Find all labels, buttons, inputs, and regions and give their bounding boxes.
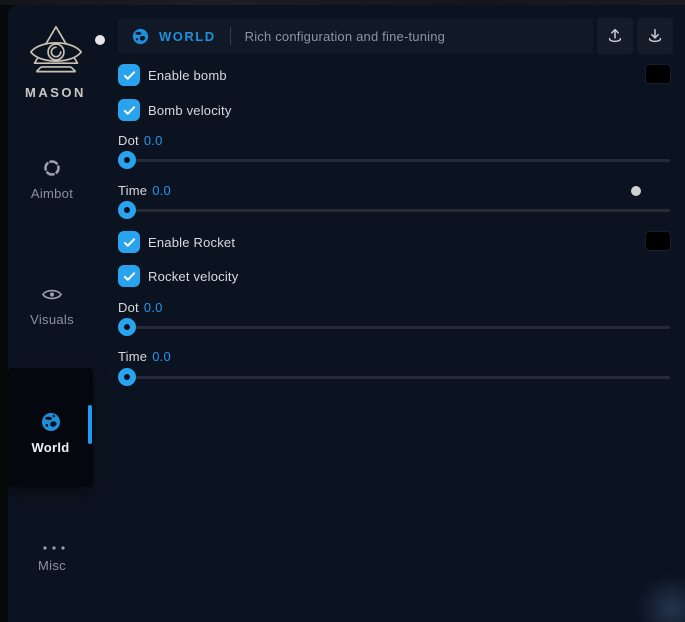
toggle-row-enable-bomb: Enable bomb <box>118 64 227 86</box>
toggle-label: Rocket velocity <box>148 269 238 284</box>
sidebar-item-visuals[interactable]: Visuals <box>8 284 96 327</box>
active-tab-indicator <box>88 405 92 444</box>
page-title: WORLD <box>159 29 216 44</box>
sidebar-item-label: Visuals <box>8 312 96 327</box>
slider-handle[interactable] <box>118 201 136 219</box>
ellipsis-icon <box>42 538 62 550</box>
slider-track[interactable] <box>118 159 670 162</box>
eye-icon <box>42 284 62 304</box>
toggle-label: Bomb velocity <box>148 103 232 118</box>
checkbox-enable-rocket[interactable] <box>118 231 140 253</box>
page-subtitle: Rich configuration and fine-tuning <box>245 29 445 44</box>
corner-glow <box>637 574 685 622</box>
slider-label-bomb-time: Time0.0 <box>118 183 171 198</box>
sidebar: MASON Aimbot Visuals <box>8 5 103 622</box>
toggle-row-bomb-velocity: Bomb velocity <box>118 99 232 121</box>
checkbox-rocket-velocity[interactable] <box>118 265 140 287</box>
sidebar-item-label: World <box>8 440 93 455</box>
check-icon <box>123 105 136 116</box>
sidebar-item-world[interactable]: World <box>8 368 93 487</box>
checkbox-enable-bomb[interactable] <box>118 64 140 86</box>
slider-track[interactable] <box>118 376 670 379</box>
slider-handle[interactable] <box>118 151 136 169</box>
check-icon <box>123 237 136 248</box>
toggle-row-rocket-velocity: Rocket velocity <box>118 265 238 287</box>
slider-value: 0.0 <box>152 349 171 364</box>
import-config-button[interactable] <box>637 18 673 54</box>
download-icon <box>646 27 664 45</box>
sidebar-item-label: Aimbot <box>8 186 96 201</box>
slider-label-bomb-dot: Dot0.0 <box>118 133 163 148</box>
globe-icon <box>132 28 149 45</box>
slider-rocket-dot[interactable] <box>118 318 670 336</box>
toggle-label: Enable bomb <box>148 68 227 83</box>
slider-bomb-time[interactable] <box>118 201 670 219</box>
slider-track[interactable] <box>118 209 670 212</box>
sidebar-item-misc[interactable]: Misc <box>8 538 96 573</box>
slider-handle[interactable] <box>118 368 136 386</box>
slider-label-rocket-dot: Dot0.0 <box>118 300 163 315</box>
slider-handle[interactable] <box>118 318 136 336</box>
cursor-dot <box>95 35 105 45</box>
color-swatch-rocket[interactable] <box>645 231 671 251</box>
slider-value: 0.0 <box>144 300 163 315</box>
export-config-button[interactable] <box>597 18 633 54</box>
toggle-label: Enable Rocket <box>148 235 235 250</box>
desktop: { "brand": { "name": "MASON" }, "sidebar… <box>0 0 685 622</box>
check-icon <box>123 271 136 282</box>
color-swatch-bomb[interactable] <box>645 64 671 84</box>
sidebar-item-aimbot[interactable]: Aimbot <box>8 158 96 201</box>
checkbox-bomb-velocity[interactable] <box>118 99 140 121</box>
mason-logo-icon <box>28 23 84 81</box>
slider-value: 0.0 <box>144 133 163 148</box>
slider-value: 0.0 <box>152 183 171 198</box>
brand-name: MASON <box>8 85 103 100</box>
slider-label-rocket-time: Time0.0 <box>118 349 171 364</box>
upload-icon <box>606 27 624 45</box>
slider-track[interactable] <box>118 326 670 329</box>
check-icon <box>123 70 136 81</box>
crosshair-icon <box>42 158 62 178</box>
toggle-row-enable-rocket: Enable Rocket <box>118 231 235 253</box>
slider-bomb-dot[interactable] <box>118 151 670 169</box>
globe-icon <box>41 412 61 432</box>
header-divider <box>230 27 231 45</box>
page-header: WORLD Rich configuration and fine-tuning <box>118 18 593 54</box>
sidebar-item-label: Misc <box>8 558 96 573</box>
app-window: MASON Aimbot Visuals <box>8 5 685 622</box>
slider-rocket-time[interactable] <box>118 368 670 386</box>
cursor-dot <box>631 186 641 196</box>
